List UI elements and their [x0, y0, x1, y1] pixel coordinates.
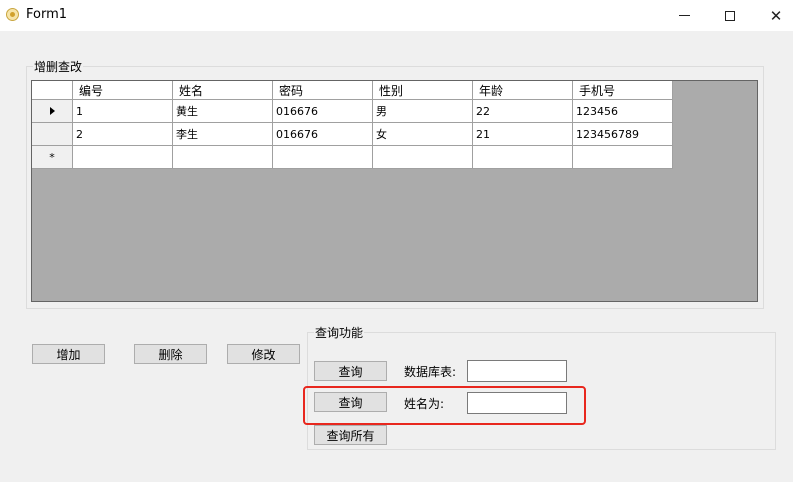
table-row[interactable]: 2 李生 016676 女 21 123456789	[32, 123, 673, 146]
highlight-box	[303, 386, 586, 425]
close-icon: ✕	[769, 6, 783, 25]
db-table-label: 数据库表:	[404, 365, 457, 379]
column-header-id[interactable]: 编号	[73, 81, 173, 100]
query-table-button[interactable]: 查询	[314, 361, 387, 381]
new-row-cell[interactable]	[573, 146, 673, 169]
table-cell[interactable]: 女	[373, 123, 473, 146]
modify-button[interactable]: 修改	[227, 344, 300, 364]
row-pointer-icon	[49, 107, 55, 115]
grid-header-row: 编号 姓名 密码 性别 年龄 手机号	[32, 81, 673, 100]
column-header-age[interactable]: 年龄	[473, 81, 573, 100]
row-header[interactable]	[32, 123, 73, 146]
new-row-header[interactable]: *	[32, 146, 73, 169]
query-group-title: 查询功能	[314, 324, 365, 341]
maximize-icon	[725, 10, 735, 21]
add-button[interactable]: 增加	[32, 344, 105, 364]
minimize-icon	[678, 15, 690, 16]
table-cell[interactable]: 21	[473, 123, 573, 146]
table-cell[interactable]: 016676	[273, 100, 373, 123]
minimize-button[interactable]	[661, 0, 707, 31]
new-row-cell[interactable]	[73, 146, 173, 169]
grid-corner-cell	[32, 81, 73, 100]
query-all-button[interactable]: 查询所有	[314, 425, 387, 445]
table-cell[interactable]: 22	[473, 100, 573, 123]
row-header[interactable]	[32, 100, 73, 123]
column-header-phone[interactable]: 手机号	[573, 81, 673, 100]
form-app-icon	[6, 8, 19, 21]
column-header-name[interactable]: 姓名	[173, 81, 273, 100]
new-row[interactable]: *	[32, 146, 673, 169]
table-cell[interactable]: 黄生	[173, 100, 273, 123]
column-header-gender[interactable]: 性别	[373, 81, 473, 100]
crud-group-title: 增删查改	[33, 58, 84, 75]
column-header-password[interactable]: 密码	[273, 81, 373, 100]
title-bar: Form1 ✕	[0, 0, 793, 31]
table-cell[interactable]: 1	[73, 100, 173, 123]
new-row-cell[interactable]	[473, 146, 573, 169]
new-row-cell[interactable]	[273, 146, 373, 169]
table-cell[interactable]: 123456789	[573, 123, 673, 146]
table-cell[interactable]: 男	[373, 100, 473, 123]
table-row[interactable]: 1 黄生 016676 男 22 123456	[32, 100, 673, 123]
new-row-cell[interactable]	[373, 146, 473, 169]
table-cell[interactable]: 123456	[573, 100, 673, 123]
table-cell[interactable]: 016676	[273, 123, 373, 146]
db-table-input[interactable]	[467, 360, 567, 382]
new-row-marker-icon: *	[49, 150, 55, 164]
table-cell[interactable]: 李生	[173, 123, 273, 146]
table-cell[interactable]: 2	[73, 123, 173, 146]
data-grid[interactable]: 编号 姓名 密码 性别 年龄 手机号 1 黄生 016676 男 22 1234…	[31, 80, 758, 302]
maximize-button[interactable]	[707, 0, 753, 31]
close-button[interactable]: ✕	[753, 0, 793, 31]
window-title: Form1	[26, 7, 68, 22]
delete-button[interactable]: 删除	[134, 344, 207, 364]
new-row-cell[interactable]	[173, 146, 273, 169]
